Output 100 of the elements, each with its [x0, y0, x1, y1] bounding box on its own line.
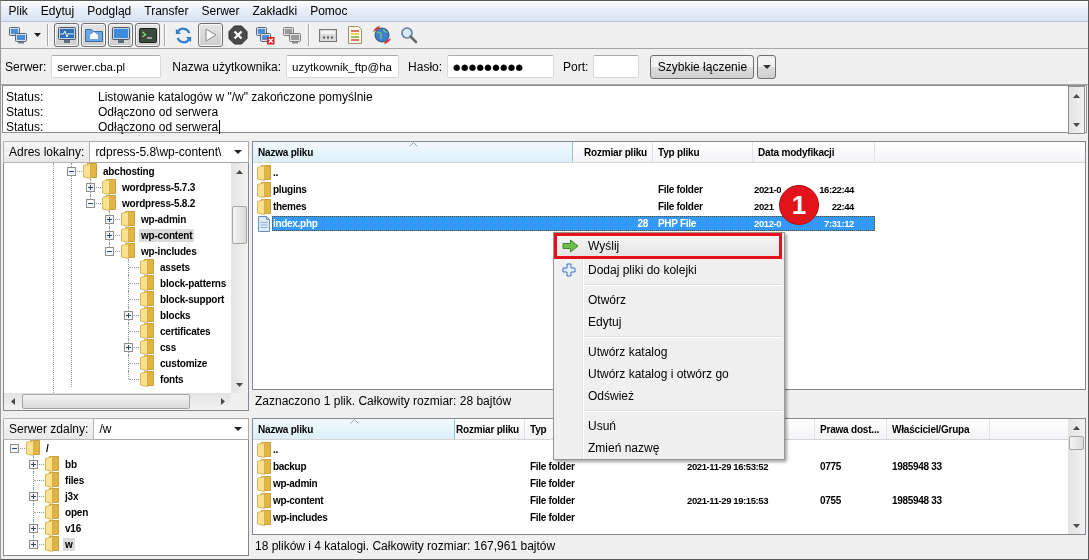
toolbar-button[interactable] — [108, 23, 133, 47]
up-arrow-icon[interactable] — [1073, 425, 1080, 430]
menu-item[interactable]: Wyślij — [554, 233, 782, 259]
menu-item[interactable]: Usuń — [554, 415, 784, 437]
column-header[interactable]: Prawa dost... — [815, 419, 887, 439]
folder-name[interactable]: blocks — [158, 308, 193, 322]
column-header[interactable]: Nazwa pliku — [253, 419, 455, 439]
menu-item[interactable]: Zmień nazwę — [554, 437, 784, 459]
toolbar-button[interactable] — [54, 23, 79, 47]
toolbar-button[interactable] — [135, 23, 160, 47]
column-header[interactable]: Data modyfikacji — [753, 142, 875, 162]
input-field[interactable] — [593, 55, 640, 78]
column-header[interactable]: Rozmiar pliku — [573, 142, 653, 162]
folder-name[interactable]: wordpress-5.8.2 — [120, 196, 198, 210]
path-combobox[interactable]: rdpress-5.8\wp-content\ — [90, 141, 249, 163]
input-field[interactable]: serwer.cba.pl — [51, 55, 162, 78]
folder-name[interactable]: block-support — [158, 292, 227, 306]
file-name[interactable]: wp-content — [273, 495, 324, 506]
folder-name[interactable]: wordpress-5.7.3 — [120, 180, 198, 194]
menu-item[interactable]: Serwer — [195, 4, 246, 18]
folder-icon — [257, 441, 271, 458]
field-label: Serwer: — [5, 59, 47, 74]
menu-item[interactable]: Transfer — [137, 4, 195, 18]
dropdown-button[interactable] — [757, 54, 777, 79]
toolbar-button[interactable] — [225, 23, 250, 47]
up-arrow-icon[interactable] — [236, 169, 243, 174]
scrollbar-thumb[interactable] — [232, 206, 247, 244]
right-arrow-icon[interactable] — [220, 398, 225, 405]
column-header[interactable]: Nazwa pliku — [253, 142, 573, 162]
folder-name[interactable]: v16 — [63, 521, 84, 535]
menu-item[interactable]: Zakładki — [246, 4, 304, 18]
folder-name[interactable]: customize — [158, 356, 210, 370]
password-field[interactable]: ●●●●●●●●● — [447, 55, 555, 78]
up-arrow-icon[interactable] — [1073, 93, 1080, 98]
scrollbar[interactable] — [1068, 419, 1085, 534]
plus-box-icon[interactable] — [29, 523, 38, 533]
column-header[interactable]: Właściciel/Grupa — [887, 419, 990, 439]
folder-name[interactable]: fonts — [158, 372, 186, 386]
scrollbar-thumb[interactable] — [22, 394, 190, 409]
minus-box-icon[interactable] — [67, 166, 76, 176]
folder-name[interactable]: files — [63, 473, 86, 487]
file-name[interactable]: .. — [273, 167, 278, 178]
menu-item[interactable]: Utwórz katalog — [554, 341, 784, 363]
quick-connect-button[interactable]: Szybkie łączenie — [650, 54, 755, 79]
document-lines-icon — [346, 25, 363, 45]
menu-item[interactable]: Edytuj — [554, 311, 784, 333]
scrollbar[interactable] — [231, 163, 248, 393]
minus-box-icon[interactable] — [86, 198, 95, 208]
menu-item[interactable]: Otwórz — [554, 289, 784, 311]
folder-name[interactable]: css — [158, 340, 179, 354]
folder-name[interactable]: bb — [63, 457, 79, 471]
folder-name[interactable]: wp-admin — [139, 212, 189, 226]
down-arrow-icon[interactable] — [1073, 523, 1080, 528]
file-type: File folder — [530, 495, 575, 506]
folder-name[interactable]: w — [63, 537, 75, 551]
menu-item[interactable]: Odśwież — [554, 385, 784, 407]
menu-item[interactable]: Dodaj pliki do kolejki — [554, 259, 784, 281]
left-arrow-icon[interactable] — [10, 398, 15, 405]
minus-box-icon[interactable] — [105, 246, 114, 256]
dropdown-arrow-icon[interactable] — [234, 427, 242, 431]
plus-box-icon[interactable] — [29, 491, 38, 501]
plus-box-icon[interactable] — [124, 310, 133, 320]
plus-box-icon[interactable] — [105, 230, 114, 240]
folder-name[interactable]: open — [63, 505, 91, 519]
menu-item[interactable]: Pomoc — [303, 4, 355, 18]
plus-box-icon[interactable] — [105, 214, 114, 224]
scrollbar[interactable] — [4, 393, 231, 410]
path-combobox[interactable]: /w — [94, 418, 249, 440]
file-name[interactable]: .. — [273, 444, 278, 455]
down-arrow-icon[interactable] — [1073, 122, 1080, 127]
folder-name[interactable]: certificates — [158, 324, 213, 338]
down-arrow-icon[interactable] — [236, 382, 243, 387]
folder-name[interactable]: block-patterns — [158, 276, 229, 290]
file-name[interactable]: backup — [273, 461, 307, 472]
column-header[interactable]: Typ pliku — [653, 142, 753, 162]
folder-name[interactable]: wp-includes — [139, 244, 199, 258]
file-name[interactable]: plugins — [273, 184, 307, 195]
dropdown-arrow-icon[interactable] — [234, 150, 242, 154]
plus-box-icon[interactable] — [124, 342, 133, 352]
menu-item[interactable]: Podgląd — [80, 4, 138, 18]
folder-name[interactable]: wp-content — [139, 228, 195, 242]
minus-box-icon[interactable] — [10, 443, 19, 453]
menu-item[interactable]: Edytuj — [34, 4, 81, 18]
folder-name[interactable]: / — [44, 441, 51, 455]
scrollbar[interactable] — [1068, 86, 1085, 134]
folder-name[interactable]: abchosting — [101, 164, 157, 178]
file-name[interactable]: wp-includes — [273, 512, 328, 523]
folder-name[interactable]: assets — [158, 260, 192, 274]
plus-box-icon[interactable] — [86, 182, 95, 192]
menu-item[interactable]: Utwórz katalog i otwórz go — [554, 363, 784, 385]
file-name[interactable]: themes — [273, 201, 307, 212]
menu-item[interactable]: Plik — [2, 4, 35, 18]
file-name[interactable]: wp-admin — [273, 478, 318, 489]
plus-box-icon[interactable] — [29, 539, 38, 549]
column-header[interactable]: Rozmiar pliku — [455, 419, 525, 439]
scrollbar-thumb[interactable] — [1069, 436, 1084, 450]
folder-name[interactable]: j3x — [63, 489, 81, 503]
plus-box-icon[interactable] — [29, 459, 38, 469]
input-field[interactable]: uzytkownik_ftp@ha — [286, 55, 400, 78]
file-type: File folder — [658, 201, 703, 212]
